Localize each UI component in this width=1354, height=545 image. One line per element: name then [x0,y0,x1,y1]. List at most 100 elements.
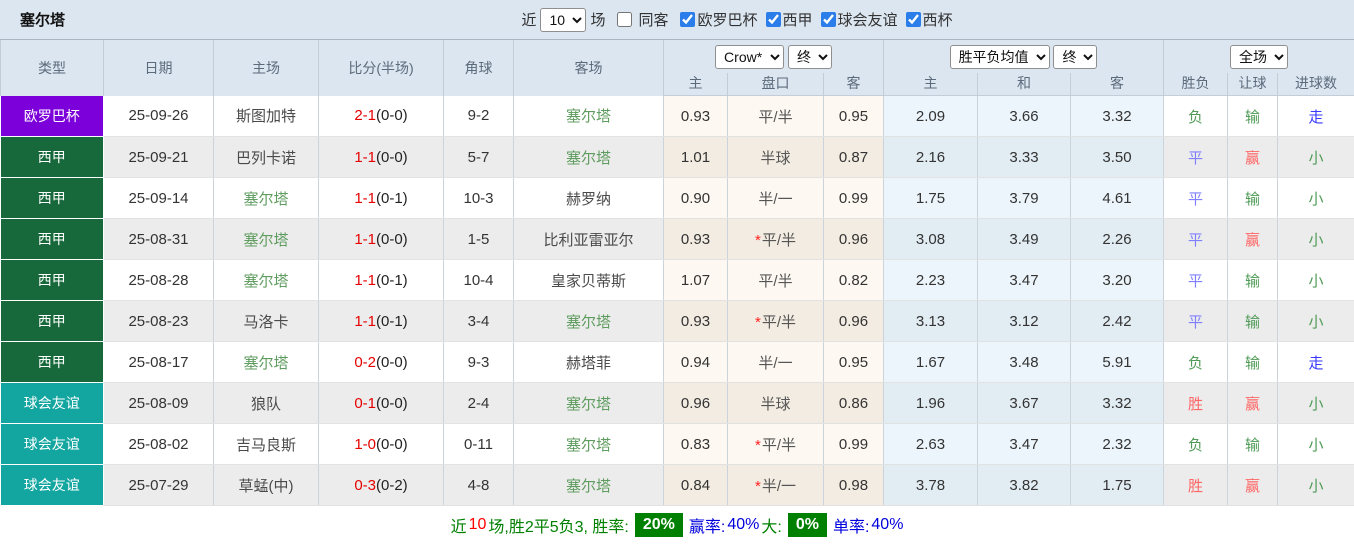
score-cell: 1-1(0-0) [319,219,444,260]
score-cell: 0-1(0-0) [319,383,444,424]
fulltime-score: 1-0 [354,436,376,453]
corner-count: 0-11 [444,424,514,465]
handicap-time-select[interactable]: 终 [788,45,832,69]
away-team: 塞尔塔 [514,301,664,342]
near-label: 近 [521,9,536,30]
fulltime-score: 1-1 [354,231,376,248]
handicap-outcome: 输 [1228,260,1278,301]
halftime-score: (0-0) [376,149,408,166]
col-header-odds-away: 客 [1071,73,1164,96]
home-team: 狼队 [214,383,319,424]
away-team: 塞尔塔 [514,424,664,465]
col-header-result: 胜负 [1164,73,1228,96]
lose-odds: 2.26 [1071,219,1164,260]
col-header-away: 客场 [514,40,664,96]
handicap-home-odds: 1.07 [664,260,728,301]
table-row: 欧罗巴杯25-09-26斯图加特2-1(0-0)9-2塞尔塔0.93平/半0.9… [1,96,1354,137]
handicap-line: 半球 [728,137,824,178]
halftime-score: (0-0) [376,395,408,412]
col-header-score: 比分(半场) [319,40,444,96]
odds-type-select[interactable]: 胜平负均值 [950,45,1050,69]
handicap-line: 半/一 [728,342,824,383]
handicap-text: 半/一 [758,191,792,208]
match-count-select[interactable]: 10 [540,8,586,32]
fulltime-score: 1-1 [354,313,376,330]
summary-text: 大: [761,513,781,537]
summary-rate-badge: 20% [635,513,683,537]
handicap-home-odds: 0.93 [664,219,728,260]
games-label: 场 [590,9,605,30]
match-date: 25-07-29 [104,465,214,506]
handicap-line: *半/一 [728,465,824,506]
handicap-home-odds: 0.90 [664,178,728,219]
league-type-badge: 欧罗巴杯 [1,96,104,137]
team-title: 塞尔塔 [20,9,65,30]
handicap-line: 半/一 [728,178,824,219]
result-outcome: 平 [1164,260,1228,301]
result-outcome: 平 [1164,137,1228,178]
league-filter-checkbox[interactable] [906,12,921,27]
summary-text: 近 [451,513,467,537]
handicap-line: 平/半 [728,96,824,137]
match-date: 25-08-31 [104,219,214,260]
odds-time-select[interactable]: 终 [1053,45,1097,69]
table-row: 西甲25-08-17塞尔塔0-2(0-0)9-3赫塔菲0.94半/一0.951.… [1,342,1354,383]
goals-outcome: 小 [1278,383,1354,424]
win-odds: 1.96 [884,383,978,424]
odds-group-header: 胜平负均值 终 [884,40,1164,73]
league-filter-checkbox[interactable] [680,12,695,27]
handicap-line: *平/半 [728,424,824,465]
handicap-home-odds: 0.94 [664,342,728,383]
summary-rate-badge: 0% [788,513,827,537]
lose-odds: 2.32 [1071,424,1164,465]
fulltime-score: 0-1 [354,395,376,412]
col-header-home: 主场 [214,40,319,96]
halftime-score: (0-1) [376,272,408,289]
live-star-icon: * [755,314,761,331]
match-date: 25-08-17 [104,342,214,383]
match-table-body: 欧罗巴杯25-09-26斯图加特2-1(0-0)9-2塞尔塔0.93平/半0.9… [1,96,1354,506]
handicap-away-odds: 0.87 [824,137,884,178]
league-type-badge: 球会友谊 [1,383,104,424]
lose-odds: 1.75 [1071,465,1164,506]
handicap-line: 半球 [728,383,824,424]
match-date: 25-09-26 [104,96,214,137]
home-team: 巴列卡诺 [214,137,319,178]
draw-odds: 3.82 [978,465,1071,506]
home-team: 草蜢(中) [214,465,319,506]
corner-count: 4-8 [444,465,514,506]
result-outcome: 平 [1164,219,1228,260]
lose-odds: 3.32 [1071,383,1164,424]
handicap-outcome: 输 [1228,96,1278,137]
win-odds: 2.16 [884,137,978,178]
draw-odds: 3.33 [978,137,1071,178]
away-team: 塞尔塔 [514,383,664,424]
top-bar: 塞尔塔 近 10 场 同客 欧罗巴杯西甲球会友谊西杯 [0,0,1354,40]
handicap-outcome: 赢 [1228,137,1278,178]
draw-odds: 3.47 [978,260,1071,301]
halftime-score: (0-0) [376,231,408,248]
same-away-checkbox[interactable] [617,12,632,27]
live-star-icon: * [755,437,761,454]
scope-select[interactable]: 全场 [1230,45,1288,69]
score-cell: 2-1(0-0) [319,96,444,137]
draw-odds: 3.66 [978,96,1071,137]
col-header-handicap: 盘口 [728,73,824,96]
halftime-score: (0-0) [376,354,408,371]
fulltime-score: 1-1 [354,272,376,289]
corner-count: 9-2 [444,96,514,137]
handicap-company-select[interactable]: Crow* [715,45,784,69]
handicap-away-odds: 0.96 [824,301,884,342]
league-filter-label: 西杯 [923,9,953,30]
handicap-away-odds: 0.98 [824,465,884,506]
league-filter-checkbox[interactable] [766,12,781,27]
goals-outcome: 小 [1278,137,1354,178]
handicap-group-header: Crow* 终 [664,40,884,73]
table-row: 球会友谊25-08-02吉马良斯1-0(0-0)0-11塞尔塔0.83*平/半0… [1,424,1354,465]
handicap-outcome: 输 [1228,342,1278,383]
col-header-handicap-result: 让球 [1228,73,1278,96]
away-team: 塞尔塔 [514,137,664,178]
league-filter-checkbox[interactable] [821,12,836,27]
away-team: 赫罗纳 [514,178,664,219]
halftime-score: (0-2) [376,477,408,494]
